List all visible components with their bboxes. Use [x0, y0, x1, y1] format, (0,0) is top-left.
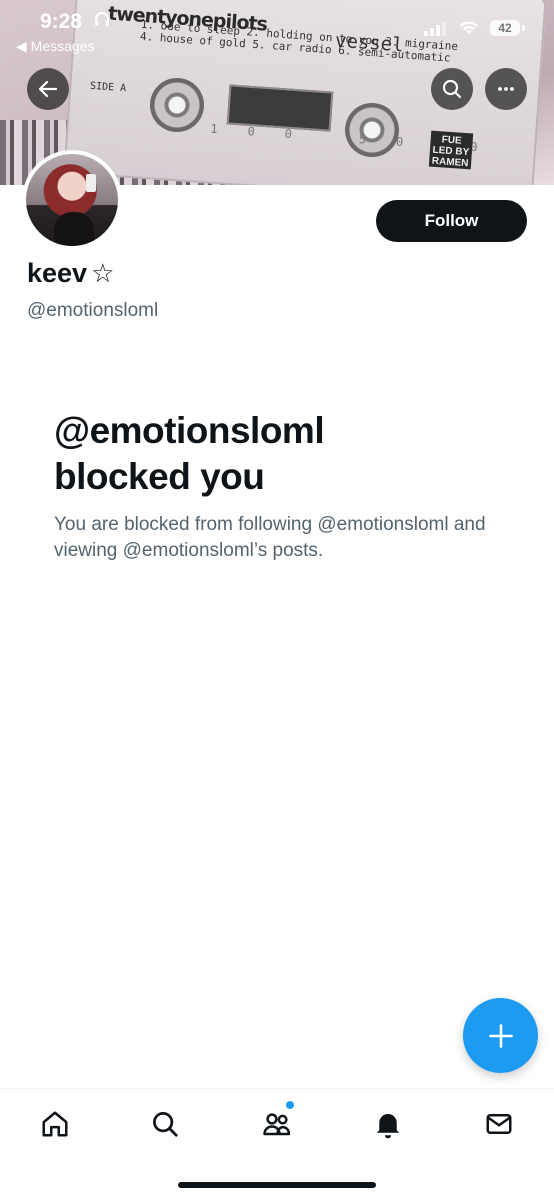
- cassette-reel-right: [345, 103, 399, 157]
- search-icon: [442, 79, 462, 99]
- tab-communities[interactable]: [260, 1107, 294, 1141]
- bell-icon: [376, 1114, 400, 1139]
- cellular-signal-icon: [424, 22, 448, 36]
- compose-post-button[interactable]: [463, 998, 538, 1073]
- blocked-title-line1: @emotionsloml: [54, 410, 325, 451]
- profile-display-name: keev: [27, 258, 88, 288]
- more-horizontal-icon: [498, 87, 514, 91]
- avatar[interactable]: [22, 150, 122, 250]
- tab-messages[interactable]: [482, 1107, 516, 1141]
- communities-notification-dot: [286, 1101, 294, 1109]
- arrow-left-icon: [38, 80, 58, 98]
- mail-icon: [486, 1114, 512, 1134]
- battery-indicator: 42: [490, 20, 520, 36]
- people-icon: [263, 1113, 291, 1136]
- cassette-reel-left: [150, 78, 204, 132]
- home-indicator[interactable]: [178, 1182, 376, 1188]
- search-button[interactable]: [431, 68, 473, 110]
- status-time: 9:28: [40, 10, 83, 33]
- star-symbol: ☆: [91, 259, 115, 289]
- plus-icon: [488, 1023, 513, 1048]
- banner-badge: FUE LED BY RAMEN: [428, 130, 474, 170]
- home-icon: [42, 1111, 68, 1137]
- search-icon: [153, 1112, 178, 1137]
- avatar-figure: [54, 212, 94, 246]
- more-options-button[interactable]: [485, 68, 527, 110]
- profile-handle: @emotionsloml: [27, 300, 159, 321]
- follow-button[interactable]: Follow: [376, 200, 527, 242]
- wifi-icon: [458, 18, 480, 41]
- blocked-description: You are blocked from following @emotions…: [54, 514, 486, 561]
- status-bar: 9:28 ◀ Messages 42: [0, 0, 554, 60]
- tab-notifications[interactable]: [371, 1107, 405, 1141]
- headphones-icon: [93, 10, 111, 33]
- back-to-messages-link[interactable]: ◀ Messages: [16, 38, 94, 55]
- back-button[interactable]: [27, 68, 69, 110]
- blocked-title-line2: blocked you: [54, 456, 265, 497]
- blocked-title: @emotionsloml blocked you: [54, 408, 494, 500]
- profile-name: keev ☆: [27, 258, 114, 289]
- avatar-phone: [86, 174, 96, 192]
- tab-search[interactable]: [148, 1107, 182, 1141]
- battery-nub: [522, 25, 525, 31]
- tab-home[interactable]: [38, 1107, 72, 1141]
